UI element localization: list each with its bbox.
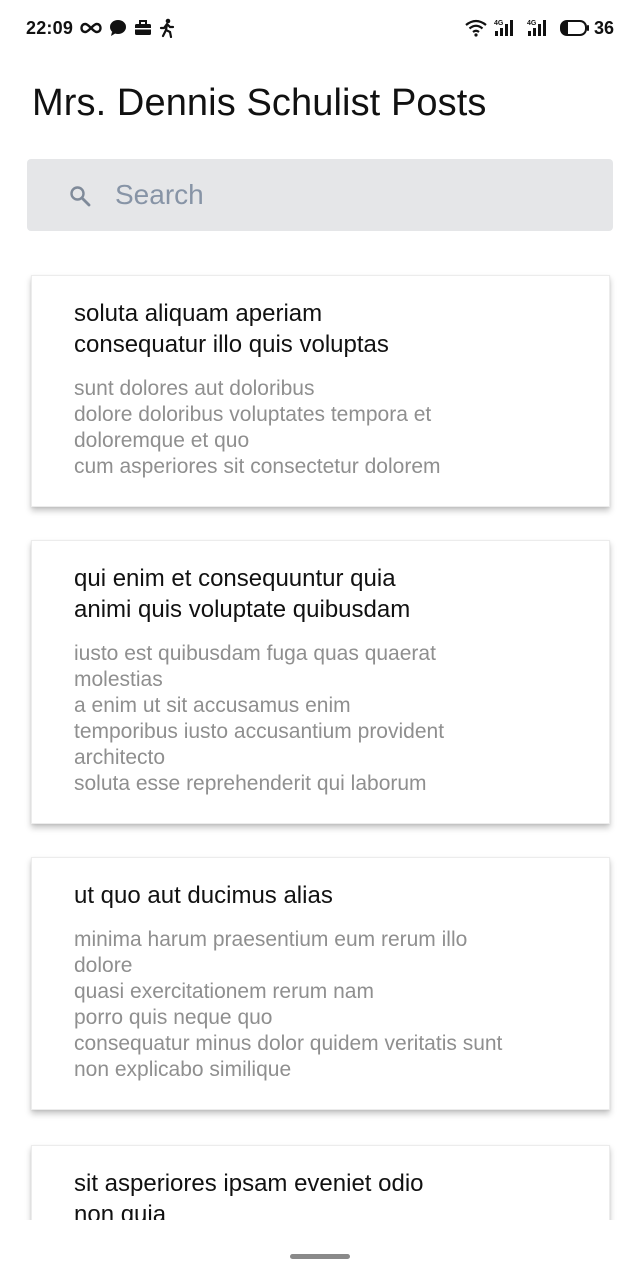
post-card[interactable]: qui enim et consequuntur quia animi quis… <box>31 540 610 824</box>
wifi-icon <box>465 18 487 38</box>
home-indicator[interactable] <box>290 1254 350 1259</box>
post-title: qui enim et consequuntur quia animi quis… <box>74 565 411 623</box>
infinity-icon <box>80 18 102 38</box>
status-bar: 22:09 4G 4G 36 <box>0 0 640 56</box>
post-card[interactable]: ut quo aut ducimus alias minima harum pr… <box>31 857 610 1110</box>
post-body: iusto est quibusdam fuga quas quaerat mo… <box>74 642 445 795</box>
svg-text:4G: 4G <box>494 20 504 27</box>
post-card[interactable]: sit asperiores ipsam eveniet odio non qu… <box>31 1145 610 1220</box>
status-time: 22:09 <box>26 17 74 38</box>
walking-person-icon <box>159 18 175 38</box>
status-left: 22:09 <box>26 18 175 39</box>
post-card[interactable]: soluta aliquam aperiam consequatur illo … <box>31 275 610 507</box>
post-body: sunt dolores aut doloribus dolore dolori… <box>74 377 441 478</box>
screen: 22:09 4G 4G 36 Mrs. Dennis Schulist Post… <box>0 0 640 1280</box>
post-title: ut quo aut ducimus alias <box>74 882 333 909</box>
search-icon <box>70 186 91 207</box>
battery-icon <box>559 18 590 38</box>
chat-bubble-icon <box>109 18 127 38</box>
briefcase-icon <box>134 18 152 38</box>
status-right: 4G 4G 36 <box>465 18 614 39</box>
svg-text:4G: 4G <box>527 20 537 27</box>
battery-level: 36 <box>593 17 614 38</box>
post-list[interactable]: soluta aliquam aperiam consequatur illo … <box>0 252 640 1220</box>
search-input[interactable] <box>115 177 595 213</box>
post-body: minima harum praesentium eum rerum illo … <box>74 928 503 1081</box>
post-title: sit asperiores ipsam eveniet odio non qu… <box>74 1170 424 1220</box>
post-title: soluta aliquam aperiam consequatur illo … <box>74 300 389 358</box>
signal-4g-icon: 4G <box>527 18 553 38</box>
signal-4g-icon: 4G <box>494 18 520 38</box>
search-bar[interactable] <box>27 159 613 231</box>
page-title: Mrs. Dennis Schulist Posts <box>32 82 487 124</box>
